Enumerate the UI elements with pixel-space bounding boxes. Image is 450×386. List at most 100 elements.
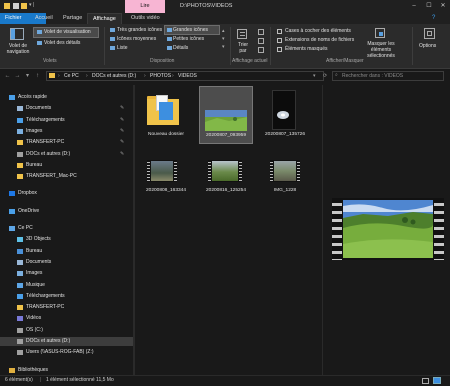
layout-small-icons[interactable]: Petites icônes [173,36,204,42]
layout-details[interactable]: Détails [173,45,188,51]
nav-item[interactable]: Ce PC [0,224,133,233]
download-icon [17,117,23,123]
nav-item[interactable]: DOCs et autres (D:) [0,337,133,346]
video-thumbnail[interactable] [272,90,296,130]
tab-outils-video[interactable]: Outils vidéo [126,13,165,24]
nav-item[interactable]: Documents ✎ [0,104,133,113]
nav-item-label: Users (\\ASUS-ROG-FAB) (Z:) [26,349,94,356]
drive-icon [17,339,23,344]
nav-item[interactable]: Bibliothèques [0,366,133,375]
address-dropdown-icon[interactable]: ▾ [313,71,316,81]
customize-toolbar-icon[interactable]: ▾ | [29,2,34,8]
nav-item[interactable]: 3D Objects [0,235,133,244]
layout-medium-icons[interactable]: Icônes moyennes [117,36,156,42]
tab-affichage[interactable]: Affichage [87,13,122,24]
nav-item-label: DOCs et autres (D:) [26,338,71,344]
nav-item[interactable]: OneDrive [0,207,133,216]
navigation-pane-button[interactable]: Volet de navigation [5,43,31,55]
tab-accueil[interactable]: Accueil [30,13,58,24]
options-icon [424,28,435,39]
pin-icon[interactable]: ✎ [120,116,124,125]
up-icon[interactable]: ↑ [33,70,42,83]
folder-icon[interactable] [147,93,179,125]
forward-icon[interactable]: → [13,70,22,83]
video-thumbnail[interactable] [208,160,242,182]
breadcrumb-ce-pc[interactable]: Ce PC [64,71,79,81]
preview-video[interactable] [332,198,444,260]
breadcrumb-videos[interactable]: VIDEOS [178,71,197,81]
details-view-icon[interactable] [422,378,429,384]
hidden-items-checkbox[interactable] [277,47,282,52]
nav-item-label: Documents [26,258,52,265]
nav-item[interactable]: Vidéos [0,314,133,323]
window-title: D:\PHOTOS\VIDEOS [180,3,233,9]
minimize-button[interactable]: – [408,0,420,13]
layout-list[interactable]: Liste [117,45,128,51]
breadcrumb-photos[interactable]: PHOTOS [150,71,171,81]
search-placeholder: Rechercher dans : VIDEOS [342,73,404,79]
nav-item-label: Téléchargements [26,116,65,123]
breadcrumb-docs-drive[interactable]: DOCs et autres (D:) [92,71,136,81]
hide-selected-button[interactable]: Masquer les éléments sélectionnés [360,41,402,59]
refresh-icon[interactable]: ⟳ [323,71,327,81]
nav-item[interactable]: TRANSFERT_Mac-PC [0,172,133,181]
video-thumbnail[interactable] [147,160,177,182]
nav-item[interactable]: Musique [0,281,133,290]
preview-pane-label: Volet de visualisation [44,29,91,35]
nav-item[interactable]: OS (C:) [0,326,133,335]
pin-icon[interactable]: ✎ [120,150,124,159]
file-name: 20200807_093959 [205,133,247,138]
document-icon [17,106,23,112]
layout-extra-large-icons[interactable]: Très grandes icônes [117,27,162,33]
add-columns-icon[interactable] [258,38,264,44]
large-icons-view-icon[interactable] [433,377,441,384]
group-by-icon[interactable] [258,29,264,35]
pin-icon[interactable]: ✎ [120,138,124,147]
options-button[interactable]: Options [419,43,436,49]
size-columns-icon[interactable] [258,47,264,53]
nav-item[interactable]: Users (\\ASUS-ROG-FAB) (Z:) [0,348,133,357]
nav-item[interactable]: DOCs et autres (D:) ✎ [0,150,133,159]
nav-item[interactable]: Téléchargements [0,292,133,301]
nav-item[interactable]: Téléchargements ✎ [0,116,133,125]
file-extensions-label: Extensions de noms de fichiers [285,37,355,43]
nav-item[interactable]: TRANSFERT-PC [0,303,133,312]
help-icon[interactable]: ? [432,15,435,21]
nav-item[interactable]: Dropbox [0,189,133,198]
nav-item-label: Images [26,127,43,134]
status-separator: | [40,377,42,383]
item-checkboxes-checkbox[interactable] [277,29,282,34]
properties-icon[interactable] [13,3,19,9]
close-button[interactable]: ✕ [437,0,449,13]
navigation-pane-icon[interactable] [10,28,24,40]
item-count: 6 élément(s) [5,377,33,383]
hidden-items-label: Éléments masqués [285,46,328,52]
folder-icon [17,174,23,180]
details-pane-button[interactable]: Volet des détails [44,40,80,46]
nav-item[interactable]: Accès rapide [0,93,133,102]
maximize-button[interactable]: ☐ [423,0,435,13]
folder-icon [17,162,23,168]
list-icon [110,46,115,50]
gallery-scroll-icon[interactable]: ▴ ▾ ▾ [222,27,225,51]
drive-icon [17,327,23,333]
video-thumbnail[interactable] [270,160,300,182]
nav-item[interactable]: Images ✎ [0,127,133,136]
nav-item[interactable]: TRANSFERT-PC ✎ [0,138,133,147]
recent-locations-icon[interactable]: ▾ [23,70,32,83]
nav-item[interactable]: Bureau [0,247,133,256]
nav-item[interactable]: Images [0,269,133,278]
tab-partage[interactable]: Partage [58,13,87,24]
contextual-tab-lire[interactable]: Lire [125,0,165,13]
new-folder-icon[interactable] [21,3,27,9]
pin-icon[interactable]: ✎ [120,104,124,113]
sort-by-button[interactable]: Trier par [235,42,251,54]
nav-item[interactable]: Documents [0,258,133,267]
file-extensions-checkbox[interactable] [277,38,282,43]
group-label-afficher-masquer: Afficher/Masquer [326,58,364,64]
nav-item[interactable]: Bureau [0,161,133,170]
back-icon[interactable]: ← [3,70,12,83]
nav-item-label: Téléchargements [26,292,65,299]
pin-icon[interactable]: ✎ [120,127,124,136]
nav-pane-divider[interactable] [133,85,135,375]
